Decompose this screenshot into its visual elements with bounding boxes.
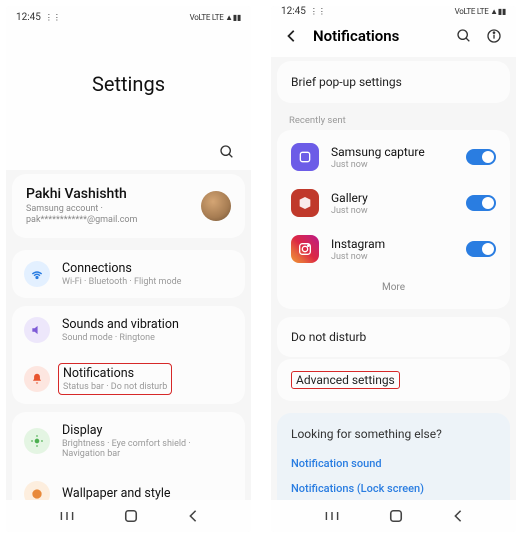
item-sub: Wi-Fi · Bluetooth · Flight mode — [62, 277, 181, 287]
search-icon[interactable] — [219, 144, 235, 160]
back-button[interactable] — [452, 509, 464, 523]
item-title: Wallpaper and style — [62, 486, 171, 501]
advanced-settings-highlight: Advanced settings — [291, 371, 400, 389]
home-button[interactable] — [389, 509, 403, 523]
status-dots: ⋮⋮ — [45, 13, 61, 22]
link-notification-sound[interactable]: Notification sound — [291, 451, 496, 476]
settings-group-2: Sounds and vibration Sound mode · Ringto… — [12, 306, 245, 404]
app-samsung-capture[interactable]: Samsung capture Just now — [277, 134, 510, 180]
sun-icon — [24, 428, 50, 454]
header: Notifications — [271, 17, 516, 57]
looking-title: Looking for something else? — [291, 427, 496, 441]
notifications-screen: 12:45 ⋮⋮ VoLTE LTE ▲▮▮ Notifications Brie… — [271, 6, 516, 532]
bell-icon — [24, 366, 50, 392]
samsung-capture-icon — [291, 143, 319, 171]
settings-group-1: Connections Wi-Fi · Bluetooth · Flight m… — [12, 250, 245, 298]
header-title: Notifications — [313, 27, 442, 45]
home-button[interactable] — [124, 509, 138, 523]
nav-bar — [271, 500, 516, 532]
app-name: Gallery — [331, 191, 368, 205]
speaker-icon — [24, 317, 50, 343]
app-time: Just now — [331, 252, 385, 262]
item-sub: Brightness · Eye comfort shield · Naviga… — [62, 439, 233, 459]
toggle-switch[interactable] — [466, 149, 496, 165]
back-button[interactable] — [187, 509, 199, 523]
item-sub: Status bar · Do not disturb — [63, 382, 167, 392]
back-icon[interactable] — [285, 29, 299, 43]
toggle-switch[interactable] — [466, 195, 496, 211]
clock: 12:45 — [281, 6, 306, 17]
account-card[interactable]: Pakhi Vashishth Samsung account · pak***… — [12, 174, 245, 238]
more-button[interactable]: More — [277, 272, 510, 305]
search-icon[interactable] — [456, 28, 472, 44]
app-gallery[interactable]: Gallery Just now — [277, 180, 510, 226]
item-connections[interactable]: Connections Wi-Fi · Bluetooth · Flight m… — [12, 250, 245, 298]
link-notifications-lock[interactable]: Notifications (Lock screen) — [291, 476, 496, 501]
status-right: VoLTE LTE ▲▮▮ — [190, 13, 241, 22]
recently-sent-label: Recently sent — [271, 107, 516, 130]
app-instagram[interactable]: Instagram Just now — [277, 226, 510, 272]
app-time: Just now — [331, 160, 425, 170]
instagram-icon — [291, 235, 319, 263]
page-title: Settings — [6, 28, 251, 138]
info-icon[interactable] — [486, 28, 502, 44]
item-notifications[interactable]: Notifications Status bar · Do not distur… — [12, 354, 245, 404]
toggle-switch[interactable] — [466, 241, 496, 257]
item-display[interactable]: Display Brightness · Eye comfort shield … — [12, 412, 245, 470]
brief-popup-settings[interactable]: Brief pop-up settings — [277, 61, 510, 103]
app-time: Just now — [331, 206, 368, 216]
status-bar: 12:45 ⋮⋮ VoLTE LTE ▲▮▮ — [6, 6, 251, 28]
advanced-settings-row[interactable]: Advanced settings — [277, 359, 510, 401]
account-sub: Samsung account · pak************@gmail.… — [26, 204, 201, 226]
item-title: Notifications — [63, 366, 167, 381]
avatar[interactable] — [201, 191, 231, 221]
nav-bar — [6, 500, 251, 532]
item-title: Connections — [62, 261, 181, 276]
settings-screen: 12:45 ⋮⋮ VoLTE LTE ▲▮▮ Settings Pakhi Vas… — [6, 6, 251, 532]
do-not-disturb[interactable]: Do not disturb — [277, 317, 510, 357]
status-dots: ⋮⋮ — [310, 7, 326, 16]
recents-button[interactable] — [324, 509, 340, 523]
item-sub: Sound mode · Ringtone — [62, 333, 179, 343]
gallery-icon — [291, 189, 319, 217]
status-right: VoLTE LTE ▲▮▮ — [455, 7, 506, 16]
recents-button[interactable] — [59, 509, 75, 523]
wifi-icon — [24, 261, 50, 287]
item-title: Sounds and vibration — [62, 317, 179, 332]
app-name: Samsung capture — [331, 145, 425, 159]
item-sounds[interactable]: Sounds and vibration Sound mode · Ringto… — [12, 306, 245, 354]
item-title: Display — [62, 423, 233, 438]
app-name: Instagram — [331, 237, 385, 251]
clock: 12:45 — [16, 12, 41, 23]
recent-apps-list: Samsung capture Just now Gallery Just no… — [277, 130, 510, 309]
account-name: Pakhi Vashishth — [26, 186, 201, 202]
highlighted-notifications: Notifications Status bar · Do not distur… — [58, 363, 172, 395]
status-bar: 12:45 ⋮⋮ VoLTE LTE ▲▮▮ — [271, 6, 516, 17]
